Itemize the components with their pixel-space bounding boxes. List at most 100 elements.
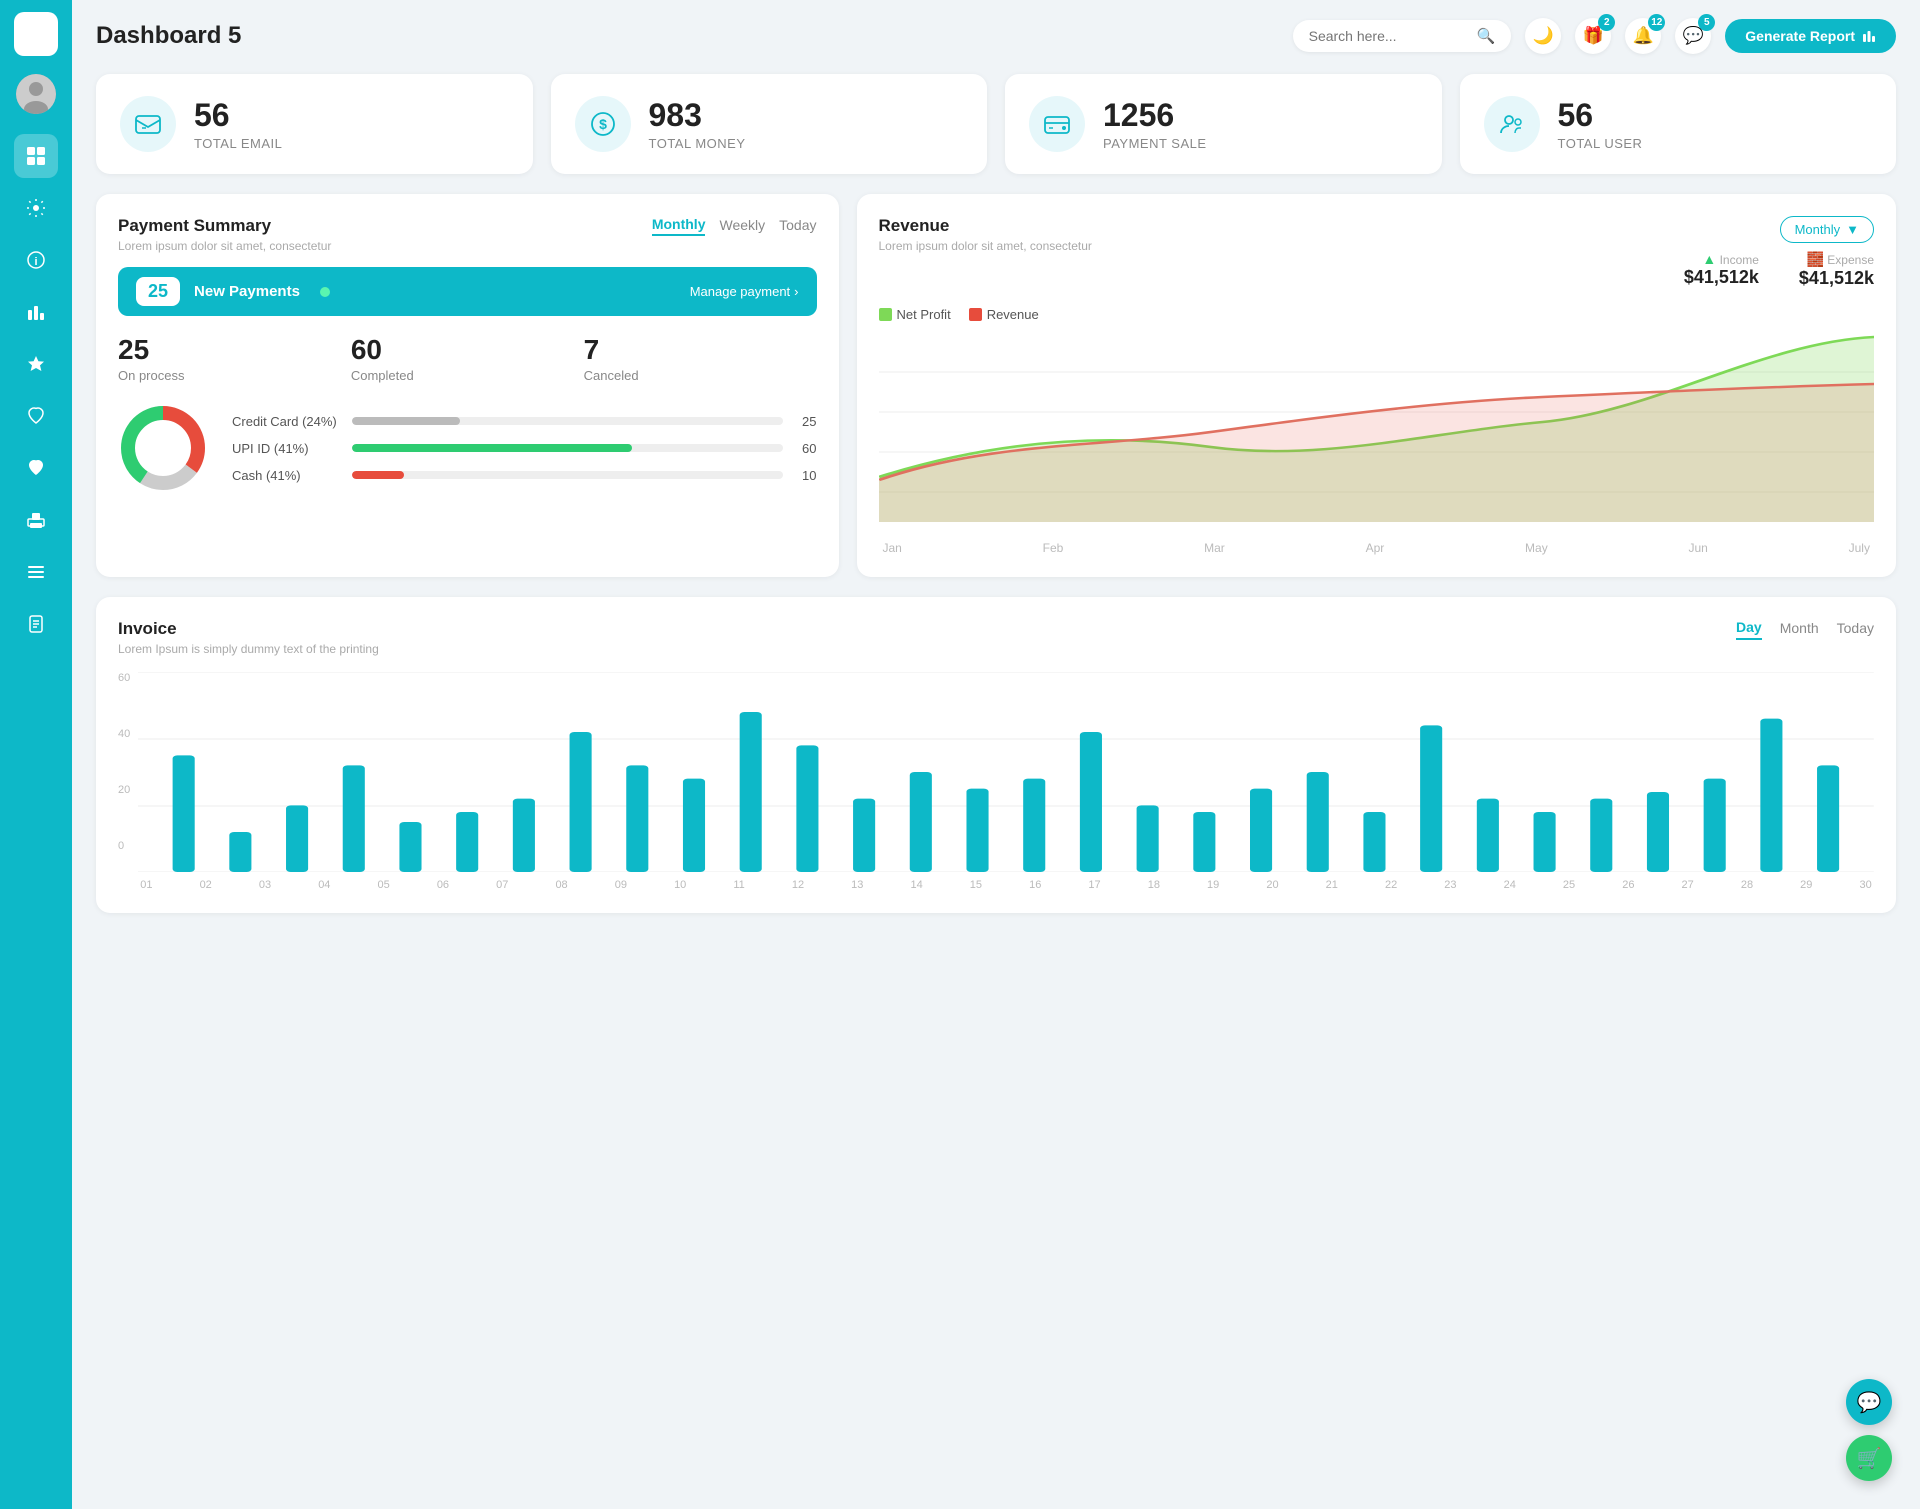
svg-text:$: $: [599, 116, 607, 132]
support-fab-button[interactable]: 💬: [1846, 1379, 1892, 1425]
invoice-bar-21[interactable]: [1364, 812, 1386, 872]
invoice-bar-27[interactable]: [1704, 779, 1726, 872]
x-label-06: 06: [437, 879, 449, 891]
invoice-bar-29[interactable]: [1817, 765, 1839, 872]
pbar-cash: Cash (41%) 10: [232, 468, 817, 483]
invoice-bar-2[interactable]: [286, 805, 308, 872]
pbar-val-cash: 10: [793, 468, 817, 483]
invoice-bar-16[interactable]: [1080, 732, 1102, 872]
stat-icon-money: $: [575, 96, 631, 152]
gift-button[interactable]: 🎁 2: [1575, 18, 1611, 54]
invoice-bar-6[interactable]: [513, 799, 535, 872]
invoice-bar-4[interactable]: [400, 822, 422, 872]
stat-label-email: TOTAL EMAIL: [194, 136, 282, 151]
on-process-label: On process: [118, 368, 351, 383]
stat-completed: 60 Completed: [351, 334, 584, 383]
invoice-bar-17[interactable]: [1137, 805, 1159, 872]
invoice-bar-5[interactable]: [456, 812, 478, 872]
sidebar-item-star[interactable]: [14, 342, 58, 386]
invoice-bar-20[interactable]: [1307, 772, 1329, 872]
x-label-apr: Apr: [1366, 541, 1385, 555]
completed-num: 60: [351, 334, 584, 366]
invoice-bar-1[interactable]: [230, 832, 252, 872]
revenue-title: Revenue: [879, 216, 1092, 236]
invoice-bar-28[interactable]: [1761, 719, 1783, 872]
invoice-chart-wrapper: 0 20 40 60 01020304050607080910111213141…: [118, 672, 1874, 891]
stat-card-total-money: $ 983 TOTAL MONEY: [551, 74, 988, 174]
stat-card-total-email: 56 TOTAL EMAIL: [96, 74, 533, 174]
invoice-x-labels: 0102030405060708091011121314151617181920…: [138, 879, 1874, 891]
invoice-bar-0[interactable]: [173, 755, 195, 872]
invoice-bar-23[interactable]: [1477, 799, 1499, 872]
chat-button[interactable]: 💬 5: [1675, 18, 1711, 54]
stat-info-money: 983 TOTAL MONEY: [649, 97, 746, 151]
stat-label-payment: PAYMENT SALE: [1103, 136, 1207, 151]
invoice-bar-12[interactable]: [853, 799, 875, 872]
revenue-legend: Net Profit Revenue: [879, 307, 1875, 322]
invoice-y-axis: 0 20 40 60: [118, 672, 138, 872]
tab-today[interactable]: Today: [779, 216, 816, 236]
bell-button[interactable]: 🔔 12: [1625, 18, 1661, 54]
moon-toggle-button[interactable]: 🌙: [1525, 18, 1561, 54]
revenue-monthly-dropdown[interactable]: Monthly ▼: [1780, 216, 1874, 243]
revenue-subtitle: Lorem ipsum dolor sit amet, consectetur: [879, 239, 1092, 253]
invoice-bar-24[interactable]: [1534, 812, 1556, 872]
generate-report-button[interactable]: Generate Report: [1725, 19, 1896, 53]
invoice-tab-today[interactable]: Today: [1837, 619, 1874, 640]
user-avatar[interactable]: [16, 74, 56, 114]
x-label-jun: Jun: [1688, 541, 1707, 555]
sidebar-logo[interactable]: [14, 12, 58, 56]
tab-monthly[interactable]: Monthly: [652, 216, 706, 236]
sidebar-nav: i: [14, 134, 58, 1497]
stat-num-money: 983: [649, 97, 746, 134]
payment-stats-3: 25 On process 60 Completed 7 Canceled: [118, 334, 817, 383]
invoice-bar-22[interactable]: [1420, 725, 1442, 872]
x-label-24: 24: [1504, 879, 1516, 891]
invoice-bar-19[interactable]: [1250, 789, 1272, 872]
sidebar-item-home[interactable]: [14, 134, 58, 178]
sidebar-item-docs[interactable]: [14, 602, 58, 646]
search-input[interactable]: [1309, 28, 1469, 44]
sidebar-item-info[interactable]: i: [14, 238, 58, 282]
invoice-bar-9[interactable]: [683, 779, 705, 872]
pbar-label-upi: UPI ID (41%): [232, 441, 342, 456]
invoice-bar-11[interactable]: [797, 745, 819, 872]
x-label-17: 17: [1088, 879, 1100, 891]
stat-num-payment: 1256: [1103, 97, 1207, 134]
x-label-29: 29: [1800, 879, 1812, 891]
x-label-mar: Mar: [1204, 541, 1225, 555]
stats-row: 56 TOTAL EMAIL $ 983 TOTAL MONEY 1256 PA…: [96, 74, 1896, 174]
tab-weekly[interactable]: Weekly: [719, 216, 765, 236]
payment-summary-subtitle: Lorem ipsum dolor sit amet, consectetur: [118, 239, 331, 253]
expense-label: 🧱 Expense: [1799, 251, 1874, 268]
revenue-card: Revenue Lorem ipsum dolor sit amet, cons…: [857, 194, 1897, 577]
y-label-60: 60: [118, 672, 130, 684]
invoice-bar-3[interactable]: [343, 765, 365, 872]
pbar-credit-card: Credit Card (24%) 25: [232, 414, 817, 429]
chevron-down-icon: ▼: [1846, 222, 1859, 237]
support-icon: 💬: [1857, 1390, 1882, 1415]
invoice-bar-13[interactable]: [910, 772, 932, 872]
invoice-bar-7[interactable]: [570, 732, 592, 872]
invoice-bar-26[interactable]: [1647, 792, 1669, 872]
invoice-tab-month[interactable]: Month: [1780, 619, 1819, 640]
sidebar-item-favorites[interactable]: [14, 394, 58, 438]
x-label-03: 03: [259, 879, 271, 891]
invoice-bar-8[interactable]: [626, 765, 648, 872]
sidebar-item-settings[interactable]: [14, 186, 58, 230]
invoice-subtitle: Lorem Ipsum is simply dummy text of the …: [118, 642, 379, 656]
sidebar-item-analytics[interactable]: [14, 290, 58, 334]
invoice-tab-day[interactable]: Day: [1736, 619, 1762, 640]
manage-payment-link[interactable]: Manage payment ›: [690, 284, 799, 299]
invoice-bar-15[interactable]: [1023, 779, 1045, 872]
invoice-bar-14[interactable]: [967, 789, 989, 872]
cart-fab-button[interactable]: 🛒: [1846, 1435, 1892, 1481]
sidebar-item-menu[interactable]: [14, 550, 58, 594]
invoice-bar-10[interactable]: [740, 712, 762, 872]
new-payments-count: 25: [136, 277, 180, 306]
invoice-bar-18[interactable]: [1194, 812, 1216, 872]
sidebar-item-liked[interactable]: [14, 446, 58, 490]
sidebar-item-print[interactable]: [14, 498, 58, 542]
x-label-08: 08: [555, 879, 567, 891]
invoice-bar-25[interactable]: [1590, 799, 1612, 872]
